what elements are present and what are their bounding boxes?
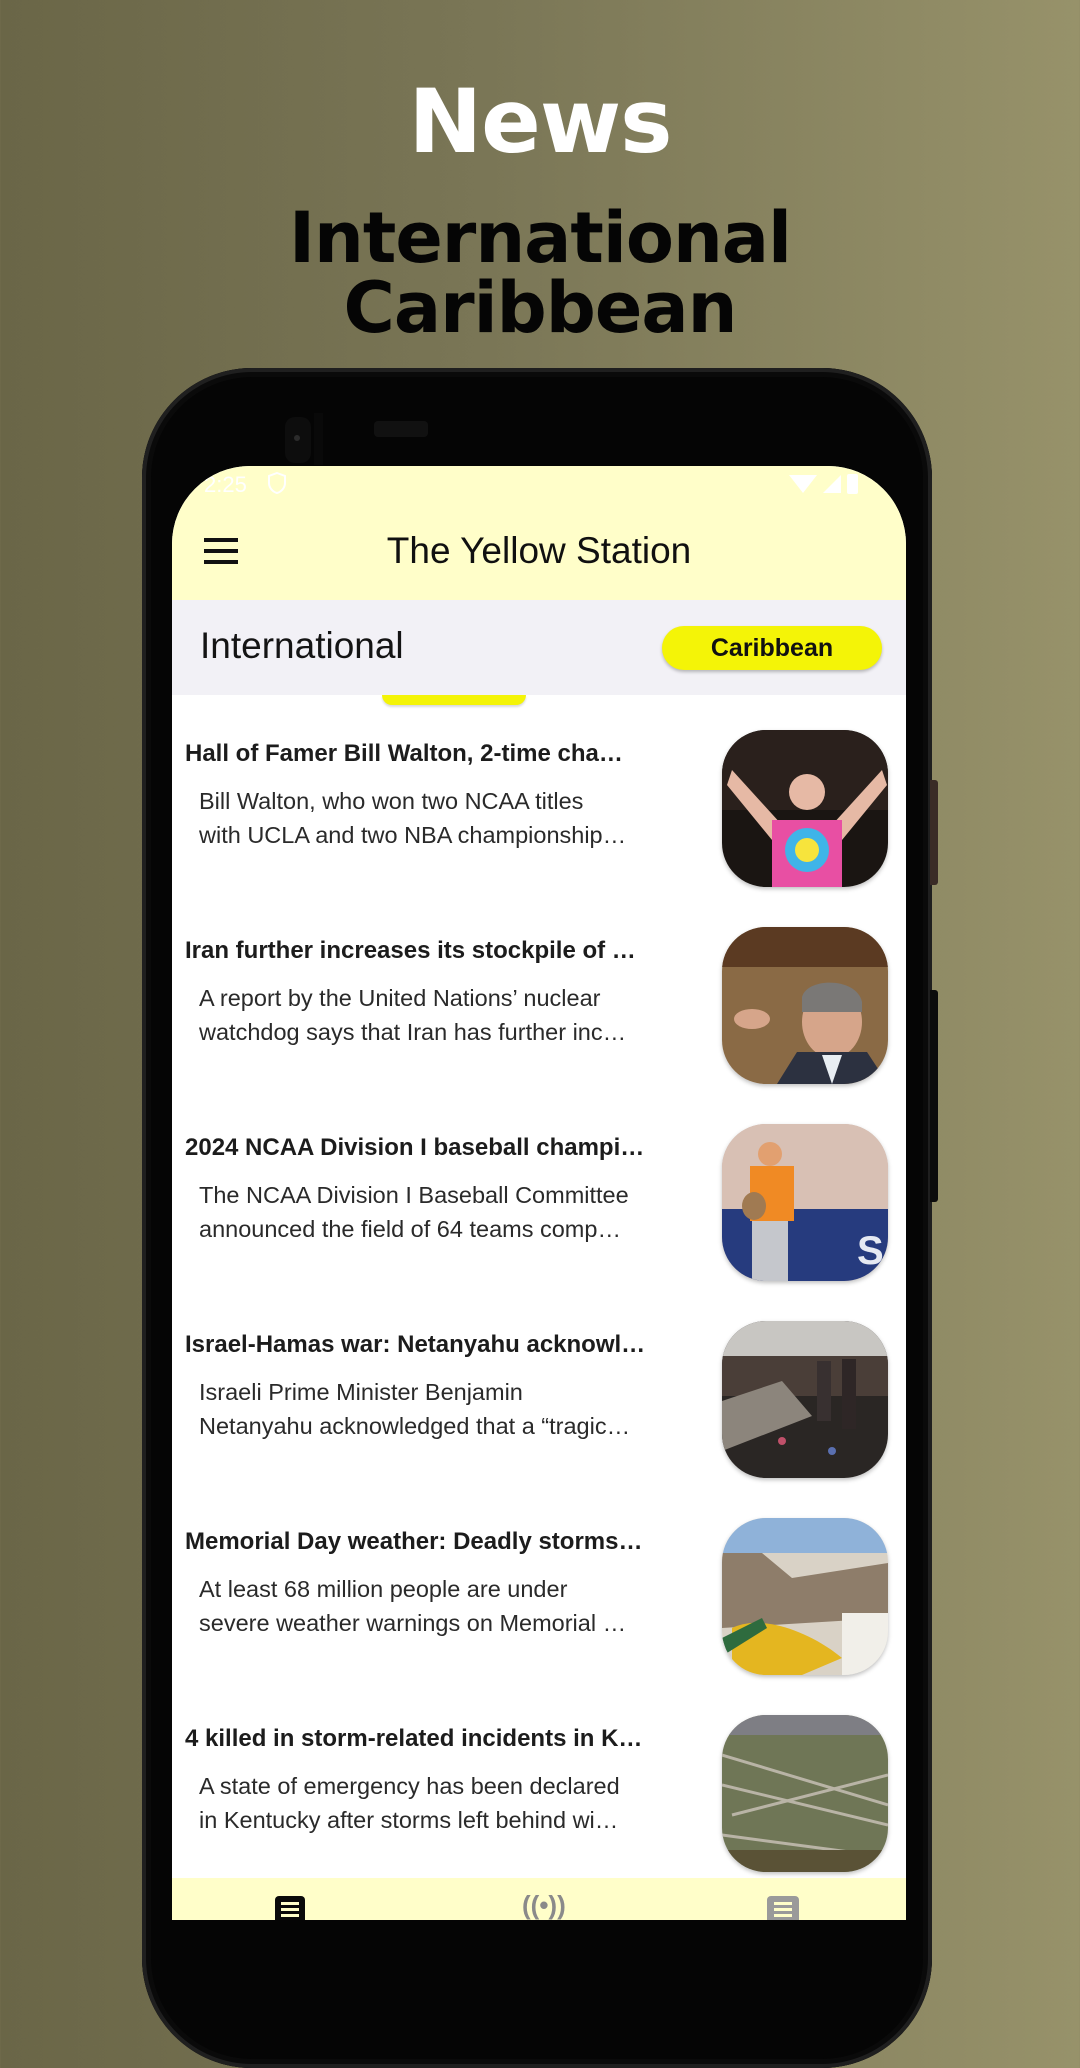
article-thumbnail[interactable] (722, 1321, 888, 1478)
article-title: Hall of Famer Bill Walton, 2-time cha… (185, 740, 623, 767)
article-thumbnail[interactable]: S (722, 1124, 888, 1281)
article-thumbnail[interactable] (722, 927, 888, 1084)
app-title: The Yellow Station (386, 530, 692, 571)
bottom-navigation: ((•)) (172, 1878, 906, 1920)
article-desc-line: with UCLA and two NBA championship… (199, 822, 627, 848)
svg-text:S: S (857, 1229, 884, 1273)
proximity-sensor (314, 413, 323, 465)
volume-button (930, 990, 938, 1202)
article-description: Israeli Prime Minister Benjamin Netanyah… (199, 1375, 679, 1443)
promo-title: News (408, 70, 672, 173)
article-desc-line: At least 68 million people are under (199, 1576, 568, 1602)
power-button (930, 780, 938, 885)
article-item[interactable]: Israel-Hamas war: Netanyahu acknowl… Isr… (172, 1321, 906, 1528)
wifi-icon (789, 475, 817, 493)
vpn-shield-icon (268, 471, 286, 495)
nav-menu-tab[interactable] (767, 1896, 803, 1920)
radio-broadcast-icon: ((•)) (522, 1890, 566, 1920)
article-thumbnail[interactable] (722, 1518, 888, 1675)
article-desc-line: The NCAA Division I Baseball Committee (199, 1182, 629, 1208)
article-description: At least 68 million people are under sev… (199, 1572, 679, 1640)
nav-news-tab[interactable] (275, 1896, 311, 1920)
article-desc-line: Netanyahu acknowledged that a “tragic… (199, 1413, 631, 1439)
nav-radio-tab[interactable]: ((•)) (522, 1890, 566, 1920)
article-description: A state of emergency has been declared i… (199, 1769, 679, 1837)
category-bar: International Caribbean (172, 600, 906, 695)
article-title: Iran further increases its stockpile of … (185, 937, 636, 964)
article-desc-line: severe weather warnings on Memorial … (199, 1610, 627, 1636)
promo-subtitle-line-1: International (288, 197, 792, 279)
news-article-icon (275, 1896, 305, 1920)
article-item[interactable]: 2024 NCAA Division I baseball champi… Th… (172, 1124, 906, 1331)
signal-icon (823, 475, 841, 493)
front-camera (285, 417, 311, 463)
status-icons (789, 474, 858, 494)
article-thumbnail[interactable] (722, 1715, 888, 1872)
article-description: The NCAA Division I Baseball Committee a… (199, 1178, 679, 1246)
promo-subtitle: International Caribbean (0, 203, 1080, 343)
article-title: 2024 NCAA Division I baseball champi… (185, 1134, 645, 1161)
app-bar: 2:25 The Yellow Station (172, 466, 906, 600)
article-desc-line: watchdog says that Iran has further inc… (199, 1019, 627, 1045)
article-title: Israel-Hamas war: Netanyahu acknowl… (185, 1331, 646, 1358)
status-time: 2:25 (204, 472, 247, 497)
article-desc-line: A state of emergency has been declared (199, 1773, 620, 1799)
article-thumbnail[interactable] (722, 730, 888, 887)
article-item[interactable]: Iran further increases its stockpile of … (172, 927, 906, 1134)
promo-subtitle-line-2: Caribbean (343, 267, 738, 349)
article-description: A report by the United Nations’ nuclear … (199, 981, 679, 1049)
caribbean-category-button[interactable]: Caribbean (662, 626, 882, 670)
article-desc-line: Bill Walton, who won two NCAA titles (199, 788, 584, 814)
app-screen: 2:25 The Yellow Station International Ca… (172, 466, 906, 1920)
hidden-pill-edge (382, 695, 526, 705)
article-desc-line: announced the field of 64 teams comp… (199, 1216, 621, 1242)
article-item[interactable]: Hall of Famer Bill Walton, 2-time cha… B… (172, 730, 906, 937)
article-desc-line: A report by the United Nations’ nuclear (199, 985, 601, 1011)
article-description: Bill Walton, who won two NCAA titles wit… (199, 784, 679, 852)
article-title: 4 killed in storm-related incidents in K… (185, 1725, 643, 1752)
earpiece-speaker (374, 421, 428, 437)
current-category: International (200, 625, 404, 666)
article-list[interactable]: Hall of Famer Bill Walton, 2-time cha… B… (172, 730, 906, 1920)
article-item[interactable]: Memorial Day weather: Deadly storms… At … (172, 1518, 906, 1725)
list-menu-icon (767, 1896, 799, 1920)
article-desc-line: in Kentucky after storms left behind wi… (199, 1807, 619, 1833)
battery-icon (847, 474, 858, 494)
article-title: Memorial Day weather: Deadly storms… (185, 1528, 643, 1555)
article-desc-line: Israeli Prime Minister Benjamin (199, 1379, 523, 1405)
